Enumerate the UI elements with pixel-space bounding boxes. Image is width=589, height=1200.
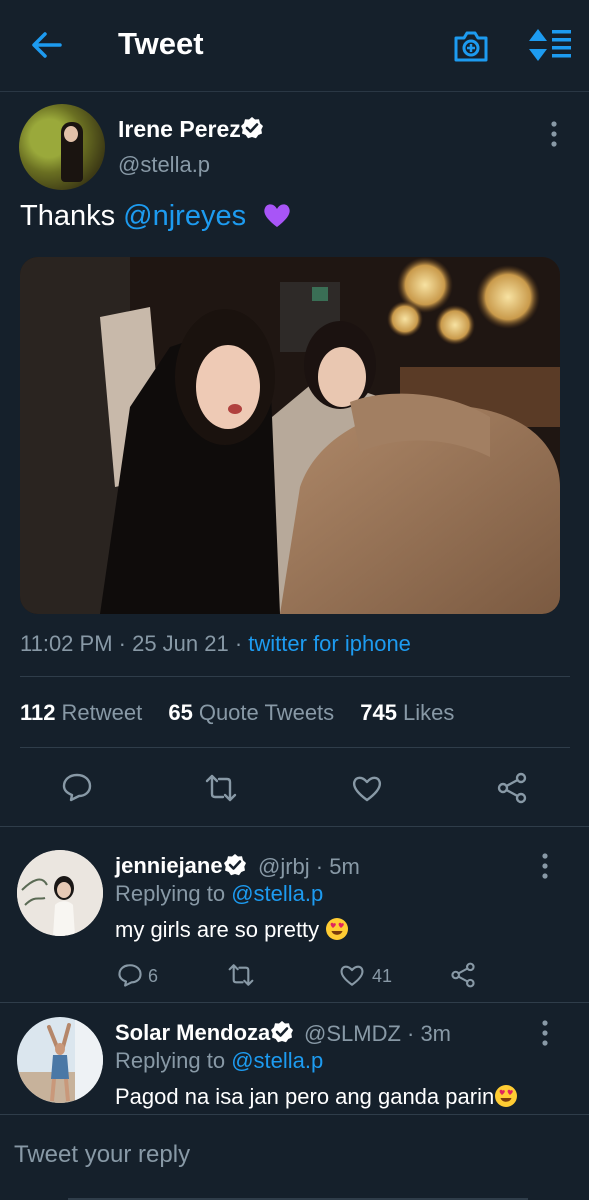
author-name[interactable]: Irene Perez xyxy=(118,116,241,143)
reply-author-name[interactable]: Solar Mendoza xyxy=(115,1020,270,1046)
verified-badge-icon xyxy=(271,1021,293,1043)
share-icon[interactable] xyxy=(496,772,528,804)
reply-text: Pagod na isa jan pero ang ganda parin xyxy=(115,1084,518,1110)
like-count: 41 xyxy=(372,966,393,986)
sort-icon[interactable] xyxy=(528,28,572,62)
reply-avatar-illustration xyxy=(17,1017,103,1103)
replying-to: Replying to @stella.p xyxy=(115,1048,324,1073)
verified-badge-icon xyxy=(224,854,246,876)
author-handle[interactable]: @stella.p xyxy=(118,152,210,178)
verified-badge-icon xyxy=(241,117,263,139)
author-avatar[interactable] xyxy=(19,104,105,190)
reply-icon[interactable] xyxy=(117,962,143,988)
divider xyxy=(20,747,570,748)
divider xyxy=(0,826,589,827)
reply-count: 6 xyxy=(148,966,159,986)
reply-avatar[interactable] xyxy=(17,850,103,936)
reply-input[interactable]: Tweet your reply xyxy=(14,1141,190,1169)
tweet-time: 11:02 PM · 25 Jun 21 · xyxy=(20,631,249,656)
more-options-icon[interactable] xyxy=(541,1020,549,1046)
retweet-icon[interactable] xyxy=(205,772,237,804)
more-options-icon[interactable] xyxy=(541,853,549,879)
arrow-left-icon[interactable] xyxy=(30,28,64,62)
reply-text: my girls are so pretty xyxy=(115,917,349,943)
reply-icon[interactable] xyxy=(61,771,93,803)
retweet-stat[interactable]: 112 Retweet xyxy=(20,700,142,725)
reply-avatar[interactable] xyxy=(17,1017,103,1103)
like-icon[interactable] xyxy=(351,772,383,804)
tweet-timestamp: 11:02 PM · 25 Jun 21 · twitter for iphon… xyxy=(20,631,411,657)
divider xyxy=(0,1002,589,1003)
share-icon[interactable] xyxy=(450,962,476,988)
replying-to-link[interactable]: @stella.p xyxy=(231,1048,323,1073)
quote-tweet-stat[interactable]: 65 Quote Tweets xyxy=(168,700,334,725)
camera-plus-icon[interactable] xyxy=(453,28,489,64)
purple-heart-emoji xyxy=(264,204,290,227)
reply-author-handle[interactable]: @SLMDZ · 3m xyxy=(304,1021,451,1047)
reply-author-handle[interactable]: @jrbj · 5m xyxy=(258,854,360,880)
heart-eyes-emoji xyxy=(326,918,349,940)
reply-author-name[interactable]: jenniejane xyxy=(115,853,223,879)
likes-stat[interactable]: 745 Likes xyxy=(360,700,454,725)
mention-link[interactable]: @njreyes xyxy=(123,200,246,232)
tweet-text: Thanks @njreyes xyxy=(20,200,292,233)
like-icon[interactable] xyxy=(339,962,365,988)
divider xyxy=(20,676,570,677)
tweet-source-link[interactable]: twitter for iphone xyxy=(248,631,411,656)
replying-to-link[interactable]: @stella.p xyxy=(231,881,323,906)
tweet-photo[interactable] xyxy=(20,257,560,614)
replying-to: Replying to @stella.p xyxy=(115,881,324,906)
heart-eyes-emoji xyxy=(495,1085,518,1107)
more-options-icon[interactable] xyxy=(550,121,558,147)
tweet-text-prefix: Thanks xyxy=(20,200,124,232)
tweet-stats: 112 Retweet 65 Quote Tweets 745 Likes xyxy=(20,700,474,726)
top-bar: Tweet xyxy=(0,0,589,92)
photo-illustration xyxy=(20,257,560,614)
reply-composer: Tweet your reply xyxy=(0,1114,589,1200)
reply-avatar-illustration xyxy=(17,850,103,936)
retweet-icon[interactable] xyxy=(228,962,254,988)
page-title: Tweet xyxy=(118,26,204,61)
